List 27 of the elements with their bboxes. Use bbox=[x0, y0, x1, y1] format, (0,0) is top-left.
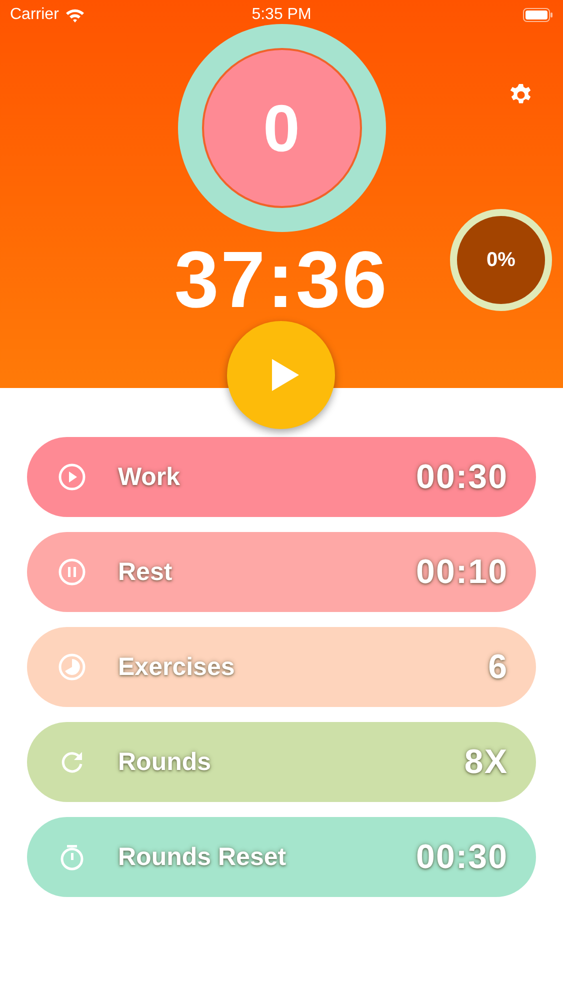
setting-label: Rounds bbox=[118, 748, 212, 776]
play-icon bbox=[57, 462, 87, 492]
setting-value: 00:30 bbox=[416, 838, 508, 876]
setting-value: 6 bbox=[488, 648, 508, 686]
play-button[interactable] bbox=[227, 321, 335, 429]
pie-icon bbox=[57, 652, 87, 682]
setting-label: Rest bbox=[118, 558, 172, 586]
setting-row[interactable]: Rounds Reset 00:30 bbox=[27, 817, 536, 897]
setting-value: 00:10 bbox=[416, 552, 508, 592]
play-icon bbox=[270, 358, 300, 392]
setting-row[interactable]: Rest 00:10 bbox=[27, 532, 536, 612]
setting-label: Exercises bbox=[118, 652, 235, 682]
setting-value: 00:30 bbox=[416, 458, 508, 496]
setting-row[interactable]: Rounds 8X bbox=[27, 722, 536, 802]
status-time: 5:35 PM bbox=[252, 6, 312, 24]
setting-row[interactable]: Work 00:30 bbox=[27, 437, 536, 517]
counter: 0 bbox=[202, 48, 362, 208]
wifi-icon bbox=[64, 8, 85, 22]
setting-label: Work bbox=[118, 462, 180, 492]
pause-icon bbox=[57, 557, 87, 587]
setting-row[interactable]: Exercises 6 bbox=[27, 627, 536, 707]
battery-icon bbox=[523, 8, 553, 22]
setting-value: 8X bbox=[464, 742, 508, 782]
progress-percent: 0% bbox=[486, 248, 516, 272]
setting-label: Rounds Reset bbox=[118, 842, 286, 872]
carrier-name: Carrier bbox=[10, 6, 59, 24]
timer: 37:36 bbox=[174, 240, 389, 320]
